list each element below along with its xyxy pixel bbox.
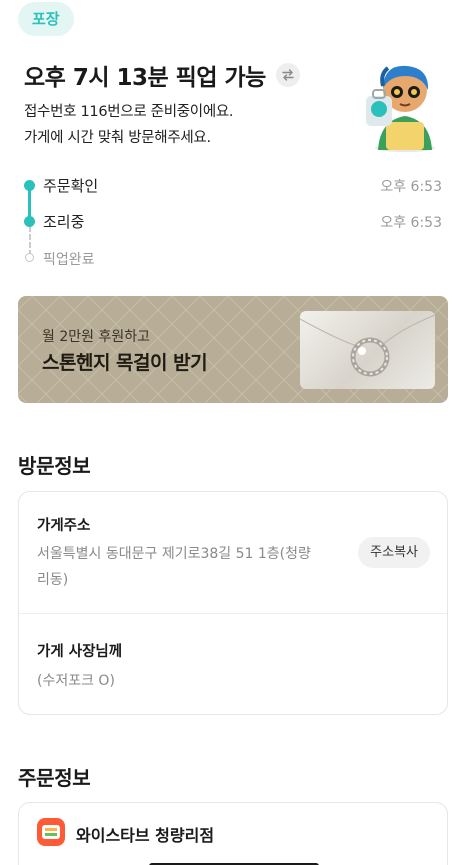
- timeline-label-cooking: 조리중: [43, 213, 85, 231]
- timeline-dot-confirmed: [24, 180, 35, 191]
- timeline-dot-cooking: [24, 216, 35, 227]
- pickup-desc-line1: 접수번호 116번으로 준비중이에요.: [24, 104, 234, 120]
- order-info-title: 주문정보: [18, 766, 91, 790]
- pickup-type-badge: 포장: [18, 2, 74, 36]
- banner-subtitle: 월 2만원 후원하고: [42, 329, 150, 345]
- timeline-label-confirmed: 주문확인: [43, 177, 99, 195]
- timeline-time-cooking: 오후 6:53: [380, 215, 442, 231]
- promo-banner[interactable]: 월 2만원 후원하고 스톤헨지 목걸이 받기: [18, 296, 448, 403]
- owner-request-text: (수저포크 O): [37, 673, 115, 689]
- store-address-line1: 서울특별시 동대문구 제기로38길 51 1층(청량: [37, 546, 311, 562]
- card-divider: [19, 613, 447, 614]
- timeline-time-confirmed: 오후 6:53: [380, 179, 442, 195]
- store-address-label: 가게주소: [37, 518, 91, 534]
- timeline-pending-line: [29, 226, 31, 256]
- store-address-line2: 리동): [37, 572, 69, 588]
- swap-arrows-icon: [282, 69, 294, 81]
- delivery-mascot-illustration: [366, 65, 435, 152]
- necklace-image: [300, 311, 435, 389]
- visit-info-card: 가게주소 서울특별시 동대문구 제기로38길 51 1층(청량 리동) 주소복사…: [18, 491, 448, 715]
- pickup-time-title: 오후 7시 13분 픽업 가능: [24, 65, 266, 91]
- copy-address-button[interactable]: 주소복사: [358, 537, 430, 568]
- necklace-icon: [300, 314, 435, 377]
- timeline-dot-pickup: [25, 253, 34, 262]
- visit-info-title: 방문정보: [18, 454, 91, 478]
- swap-icon[interactable]: [276, 63, 300, 87]
- banner-title: 스톤헨지 목걸이 받기: [42, 352, 208, 374]
- pickup-desc-line2: 가게에 시간 맞춰 방문해주세요.: [24, 130, 211, 146]
- order-info-card[interactable]: 와이스타브 청량리점: [18, 802, 448, 865]
- store-name: 와이스타브 청량리점: [76, 826, 215, 845]
- timeline-label-pickup: 픽업완료: [43, 252, 95, 268]
- store-logo-icon: [37, 818, 65, 846]
- owner-request-label: 가게 사장님께: [37, 644, 123, 660]
